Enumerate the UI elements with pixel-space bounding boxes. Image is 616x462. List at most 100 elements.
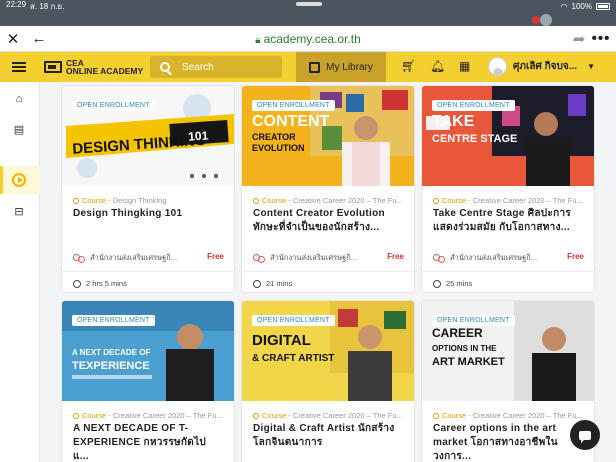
library-icon <box>309 61 321 73</box>
more-options-icon[interactable]: ••• <box>590 28 612 50</box>
course-subcategory: - Creative Career 2020 – The Fu... <box>286 196 403 205</box>
course-card[interactable]: CAREER OPTIONS IN THE ART MARKET OPEN EN… <box>422 301 594 462</box>
dashboard-icon[interactable]: ▤ <box>12 122 26 136</box>
svg-text:ART MARKET: ART MARKET <box>432 356 505 368</box>
avatar <box>488 57 507 76</box>
provider-logo-icon <box>253 253 266 263</box>
card-divider <box>422 271 594 272</box>
course-type-icon <box>253 413 259 419</box>
wifi-icon: ◠ <box>560 1 568 11</box>
svg-text:CAREER: CAREER <box>432 326 483 340</box>
svg-text:TEXPERIENCE: TEXPERIENCE <box>72 360 150 372</box>
course-category: Course <box>82 411 107 420</box>
search-icon <box>160 62 170 72</box>
course-provider: สำนักงานส่งเสริมเศรษฐกิ... <box>90 253 178 262</box>
caret-down-icon: ▼ <box>587 62 595 71</box>
search-placeholder: Search <box>182 61 214 73</box>
svg-text:101: 101 <box>188 128 209 143</box>
address-bar[interactable]: 🔒︎ academy.cea.or.th <box>0 32 616 46</box>
url-text: academy.cea.or.th <box>263 31 361 46</box>
course-title: A NEXT DECADE OF T-EXPERIENCE กหวรรษกัดไ… <box>73 423 207 462</box>
status-badge: OPEN ENROLLMENT <box>72 315 155 326</box>
my-library-label: My Library <box>326 61 373 73</box>
course-title: Take Centre Stage ศิลปะการแสดงร่วมสมัย ก… <box>433 208 572 233</box>
home-icon[interactable]: ⌂ <box>12 92 26 106</box>
course-type-icon <box>433 413 439 419</box>
side-nav: ⌂ ▤ ⊟ <box>0 82 40 462</box>
status-badge: OPEN ENROLLMENT <box>432 100 515 111</box>
play-circle-icon[interactable] <box>12 173 26 187</box>
course-thumbnail: CONTENT CREATOR EVOLUTION OPEN ENROLLMEN… <box>242 86 414 186</box>
clock-icon <box>73 279 81 288</box>
card-divider <box>242 271 414 272</box>
course-title: Career options in the art market โอกาสทา… <box>433 423 558 462</box>
svg-text:EVOLUTION: EVOLUTION <box>252 143 305 153</box>
chat-button[interactable] <box>570 420 600 450</box>
chat-bubble-icon <box>579 430 591 443</box>
status-badge: OPEN ENROLLMENT <box>432 315 515 326</box>
course-thumbnail: CAREER OPTIONS IN THE ART MARKET OPEN EN… <box>422 301 594 401</box>
my-library-button[interactable]: My Library <box>296 52 386 82</box>
course-price: Free <box>207 252 224 261</box>
course-subcategory: - Design Thinking <box>106 196 167 205</box>
course-subcategory: - Creative Career 2020 – The Fu... <box>106 411 223 420</box>
svg-text:& CRAFT ARTIST: & CRAFT ARTIST <box>252 353 334 364</box>
app-header: CEA ONLINE ACADEMY Search My Library 🛒︎ … <box>0 52 616 82</box>
course-type-icon <box>73 198 79 204</box>
course-card[interactable]: TAKE CENTRE STAGE OPEN ENROLLMENT Course… <box>422 86 594 292</box>
course-provider: สำนักงานส่งเสริมเศรษฐกิ... <box>450 253 538 262</box>
course-card[interactable]: DIGITAL & CRAFT ARTIST OPEN ENROLLMENT C… <box>242 301 414 462</box>
lock-icon: 🔒︎ <box>255 34 261 46</box>
cart-icon[interactable]: 🛒︎ <box>401 59 416 73</box>
course-category: Course <box>442 196 467 205</box>
status-badge: OPEN ENROLLMENT <box>252 100 335 111</box>
provider-logo-icon <box>433 253 446 263</box>
hamburger-menu-icon[interactable] <box>12 62 26 72</box>
card-divider <box>62 271 234 272</box>
logo-line-2: ONLINE ACADEMY <box>66 66 144 76</box>
search-input[interactable]: Search <box>150 56 282 78</box>
course-card[interactable]: CONTENT CREATOR EVOLUTION OPEN ENROLLMEN… <box>242 86 414 292</box>
browser-tab-strip <box>0 12 616 26</box>
cea-logo[interactable]: CEA ONLINE ACADEMY <box>44 59 143 75</box>
course-card[interactable]: DESIGN THINKING 101 OPEN ENROLLMENT Cour… <box>62 86 234 292</box>
svg-text:CREATOR: CREATOR <box>252 132 296 142</box>
provider-logo-icon <box>73 253 86 263</box>
course-price: Free <box>387 252 404 261</box>
course-thumbnail: DIGITAL & CRAFT ARTIST OPEN ENROLLMENT <box>242 301 414 401</box>
status-time: 22:29 <box>6 0 27 9</box>
svg-text:OPTIONS IN THE: OPTIONS IN THE <box>432 344 497 353</box>
browser-avatar-icon[interactable] <box>540 14 552 26</box>
course-category: Course <box>442 411 467 420</box>
course-duration: 25 mins <box>446 279 473 288</box>
course-provider: สำนักงานส่งเสริมเศรษฐกิ... <box>270 253 358 262</box>
clock-icon <box>253 279 261 288</box>
svg-text:TAKE: TAKE <box>432 113 475 130</box>
course-subcategory: - Creative Career 2020 – The Fu... <box>466 196 583 205</box>
course-type-icon <box>433 198 439 204</box>
course-title: Digital & Craft Artist นักสร้างโลกจินตนา… <box>253 423 395 448</box>
multitask-indicator[interactable] <box>296 2 322 6</box>
course-category: Course <box>82 196 107 205</box>
user-name: ศุภเลิศ กิจบจ... <box>513 61 578 72</box>
calendar-icon[interactable]: ▦ <box>459 59 470 73</box>
course-card[interactable]: A NEXT DECADE OF TEXPERIENCE OPEN ENROLL… <box>62 301 234 462</box>
share-icon[interactable]: ➦ <box>568 28 590 50</box>
user-menu[interactable]: ศุภเลิศ กิจบจ... ▼ <box>488 57 595 76</box>
toolbox-icon[interactable]: ⊟ <box>12 204 26 218</box>
course-category: Course <box>262 196 287 205</box>
notification-badge-icon[interactable] <box>532 16 540 24</box>
course-subcategory: - Creative Career 2020 – The Fu... <box>466 411 583 420</box>
course-thumbnail: A NEXT DECADE OF TEXPERIENCE OPEN ENROLL… <box>62 301 234 401</box>
course-duration: 21 mins <box>266 279 293 288</box>
svg-text:CENTRE STAGE: CENTRE STAGE <box>432 133 517 145</box>
course-title: Design Thingking 101 <box>73 208 183 219</box>
course-title: Content Creator Evolution ทักษะที่จำเป็น… <box>253 208 385 233</box>
svg-text:CONTENT: CONTENT <box>252 113 330 130</box>
course-thumbnail: DESIGN THINKING 101 OPEN ENROLLMENT <box>62 86 234 186</box>
battery-icon <box>596 2 610 10</box>
bell-icon[interactable]: 🔔︎ <box>430 59 445 73</box>
status-badge: OPEN ENROLLMENT <box>72 100 155 111</box>
course-type-icon <box>253 198 259 204</box>
course-type-icon <box>73 413 79 419</box>
